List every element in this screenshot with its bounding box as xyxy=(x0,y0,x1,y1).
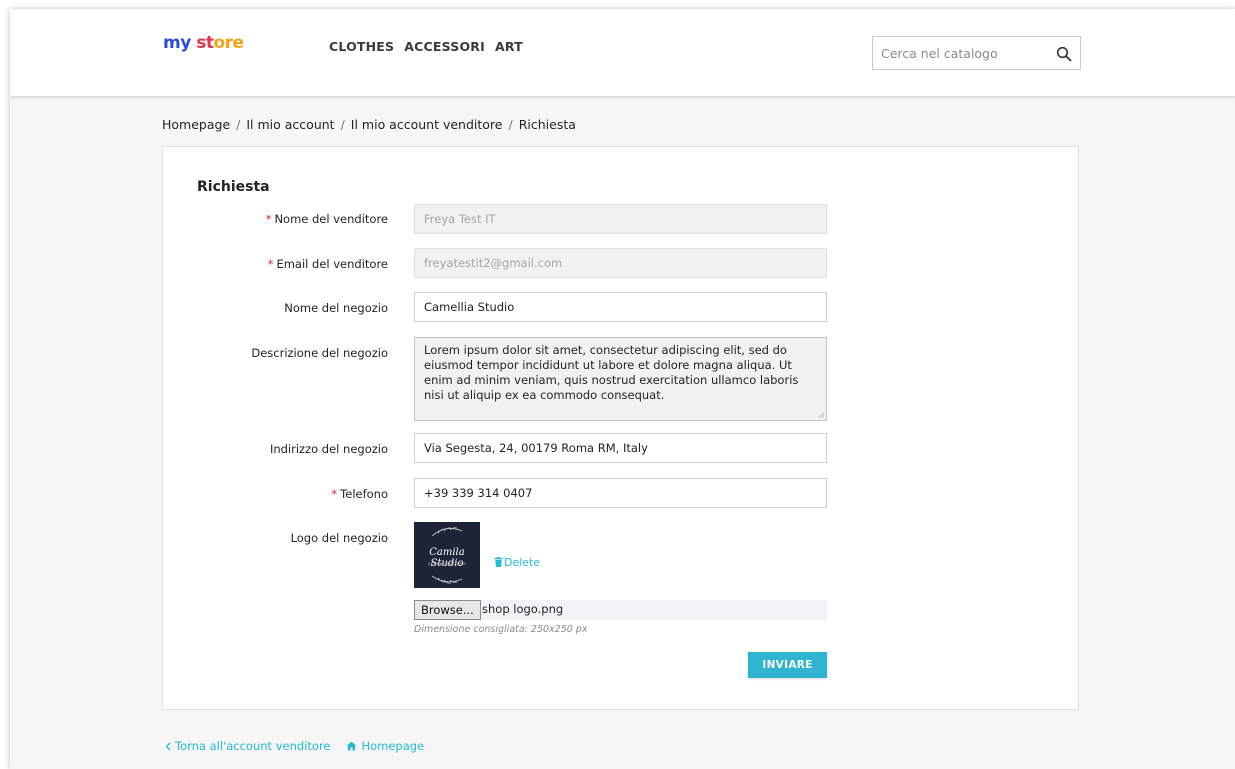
browse-button[interactable]: Browse... xyxy=(414,600,481,620)
search-icon[interactable] xyxy=(1056,46,1072,62)
required-mark: * xyxy=(331,487,338,501)
home-icon xyxy=(346,741,357,751)
breadcrumb-homepage[interactable]: Homepage xyxy=(162,117,230,132)
trash-icon xyxy=(494,557,503,567)
vendor-name-field: Freya Test IT xyxy=(414,204,827,234)
store-logo[interactable]: my store xyxy=(163,33,244,53)
shop-name-field[interactable]: Camellia Studio xyxy=(414,292,827,322)
phone-label: * Telefono xyxy=(331,487,388,501)
homepage-link-label: Homepage xyxy=(361,739,425,753)
logo-part-3: st xyxy=(196,33,214,53)
browser-page: my store CLOTHES ACCESSORI ART Homepage/… xyxy=(10,9,1235,769)
shop-logo-image: Camila Studio URBAN CLOTHING xyxy=(414,522,480,588)
request-form-card: Richiesta * Nome del venditore Freya Test… xyxy=(162,146,1079,710)
vendor-email-label: * Email del venditore xyxy=(267,257,388,271)
homepage-link[interactable]: Homepage xyxy=(346,739,424,753)
shop-address-field[interactable]: Via Segesta, 24, 00179 Roma RM, Italy xyxy=(414,433,827,463)
footer-links: Torna all'account venditore Homepage xyxy=(165,739,424,753)
breadcrumb-current: Richiesta xyxy=(518,117,576,132)
shop-address-label: Indirizzo del negozio xyxy=(269,442,388,456)
file-input: Browse... shop logo.png xyxy=(414,600,827,620)
delete-logo-button[interactable]: Delete xyxy=(494,556,540,569)
breadcrumb-my-account[interactable]: Il mio account xyxy=(246,117,334,132)
selected-file-name: shop logo.png xyxy=(482,602,564,616)
form-title: Richiesta xyxy=(197,179,270,195)
nav-item-art[interactable]: ART xyxy=(495,39,523,54)
resize-handle-icon[interactable] xyxy=(818,412,824,418)
chevron-left-icon xyxy=(165,742,171,751)
submit-button[interactable]: INVIARE xyxy=(748,652,827,678)
required-mark: * xyxy=(265,212,272,226)
breadcrumb: Homepage / Il mio account / Il mio account v… xyxy=(162,117,576,132)
search-box xyxy=(872,36,1081,70)
required-mark: * xyxy=(267,257,274,271)
main-nav: CLOTHES ACCESSORI ART xyxy=(329,39,523,54)
vendor-name-label: * Nome del venditore xyxy=(265,212,388,226)
logo-image-subtitle: URBAN CLOTHING xyxy=(427,562,467,566)
phone-field[interactable]: +39 339 314 0407 xyxy=(414,478,827,508)
logo-size-hint: Dimensione consigliata: 250x250 px xyxy=(414,624,588,635)
back-to-vendor-account-link[interactable]: Torna all'account venditore xyxy=(165,739,330,753)
shop-description-textarea[interactable]: Lorem ipsum dolor sit amet, consectetur … xyxy=(414,337,827,421)
delete-label: Delete xyxy=(504,556,541,569)
search-input[interactable] xyxy=(873,37,1059,69)
shop-logo-label: Logo del negozio xyxy=(290,531,388,545)
vendor-email-field: freyatestit2@gmail.com xyxy=(414,248,827,278)
site-header: my store CLOTHES ACCESSORI ART xyxy=(10,9,1235,96)
logo-part-4: ore xyxy=(213,33,244,53)
nav-item-clothes[interactable]: CLOTHES xyxy=(329,39,394,54)
back-link-label: Torna all'account venditore xyxy=(175,739,331,753)
nav-item-accessori[interactable]: ACCESSORI xyxy=(404,39,485,54)
shop-description-label: Descrizione del negozio xyxy=(251,346,388,360)
logo-part-1: my xyxy=(163,33,191,53)
shop-description-text: Lorem ipsum dolor sit amet, consectetur … xyxy=(424,343,799,402)
shop-name-label: Nome del negozio xyxy=(284,301,388,315)
breadcrumb-vendor-account[interactable]: Il mio account venditore xyxy=(351,117,503,132)
